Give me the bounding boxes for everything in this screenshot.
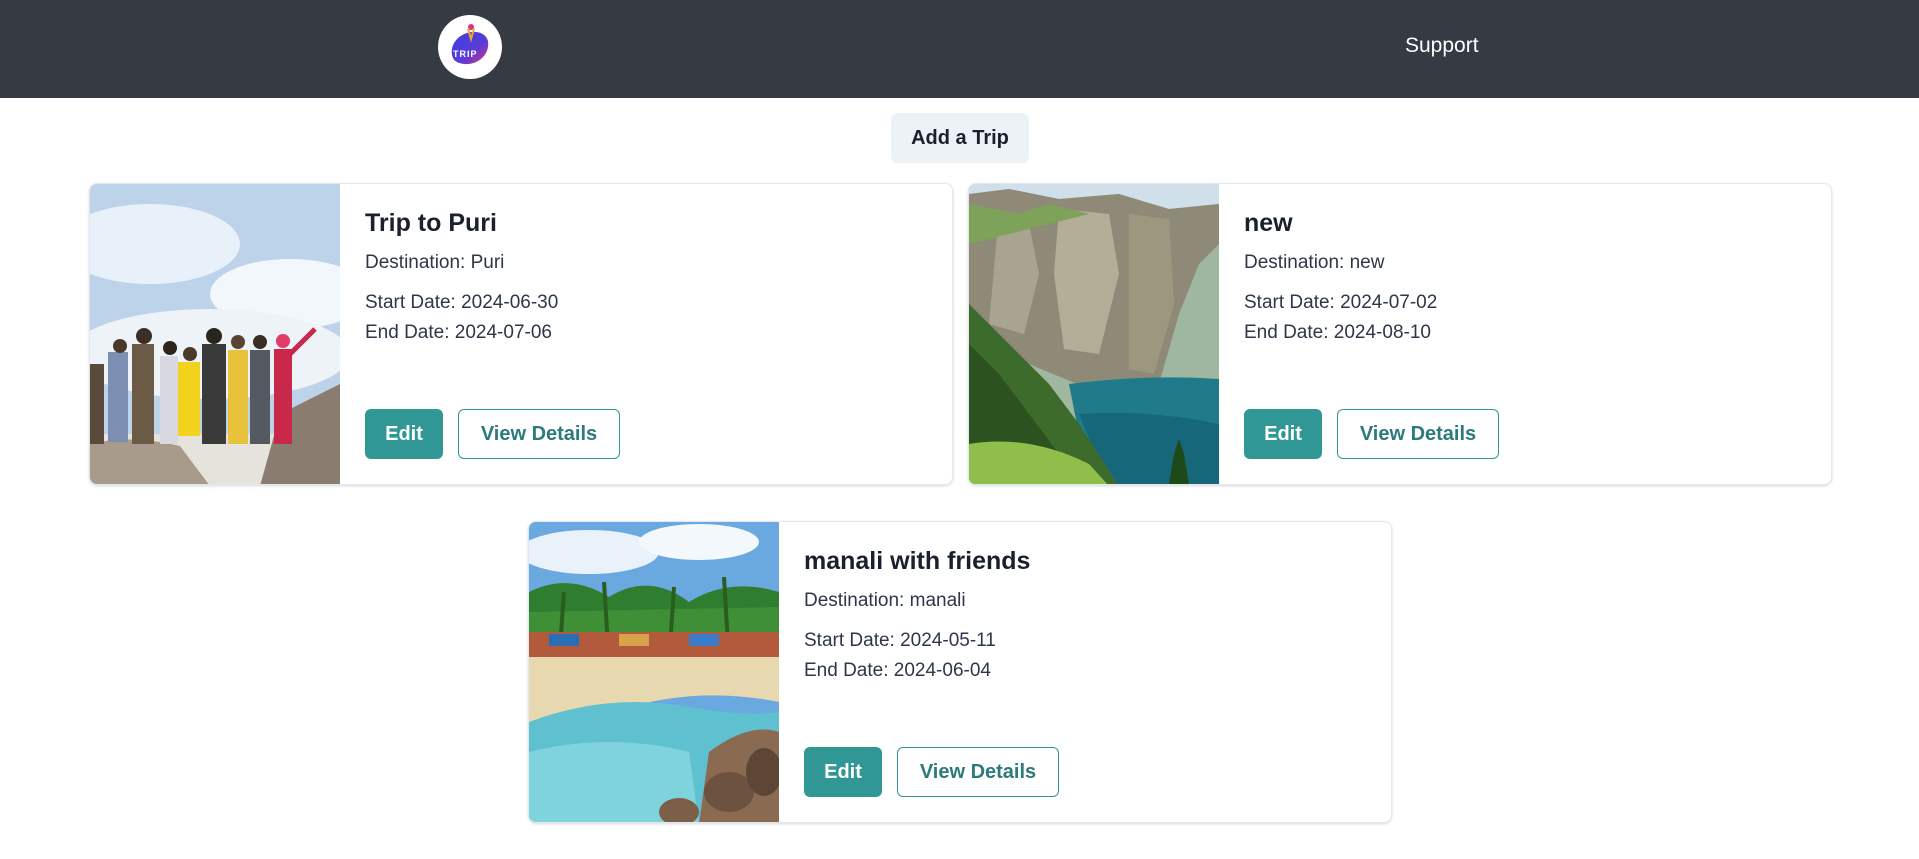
trip-title: Trip to Puri [365, 209, 497, 237]
trip-start-date: Start Date: 2024-07-02 [1244, 292, 1438, 313]
trip-end-date: End Date: 2024-08-10 [1244, 322, 1431, 343]
edit-button[interactable]: Edit [365, 409, 443, 459]
trip-start-date: Start Date: 2024-06-30 [365, 292, 559, 313]
view-details-button[interactable]: View Details [897, 747, 1059, 797]
trip-card-body: new Destination: new Start Date: 2024-07… [1244, 184, 1811, 484]
trip-logo-icon [451, 24, 489, 65]
logo-text: TRIP [453, 49, 478, 59]
trip-photo-image [529, 522, 779, 822]
trip-logo[interactable]: TRIP [438, 15, 502, 79]
edit-button[interactable]: Edit [804, 747, 882, 797]
view-details-button[interactable]: View Details [458, 409, 620, 459]
trip-card: Trip to Puri Destination: Puri Start Dat… [89, 183, 953, 485]
trip-card-body: Trip to Puri Destination: Puri Start Dat… [365, 184, 932, 484]
trip-end-date: End Date: 2024-06-04 [804, 660, 991, 681]
trip-card: new Destination: new Start Date: 2024-07… [968, 183, 1832, 485]
trip-card: manali with friends Destination: manali … [528, 521, 1392, 823]
trip-destination: Destination: Puri [365, 252, 505, 273]
trip-photo-image [90, 184, 340, 484]
trip-title: manali with friends [804, 547, 1031, 575]
trip-card-body: manali with friends Destination: manali … [804, 522, 1371, 822]
trip-title: new [1244, 209, 1293, 237]
trip-destination: Destination: new [1244, 252, 1385, 273]
trip-photo-image [969, 184, 1219, 484]
trip-destination: Destination: manali [804, 590, 966, 611]
trip-start-date: Start Date: 2024-05-11 [804, 630, 996, 651]
add-trip-button[interactable]: Add a Trip [891, 113, 1029, 163]
top-navbar: TRIP Support [0, 0, 1919, 98]
edit-button[interactable]: Edit [1244, 409, 1322, 459]
view-details-button[interactable]: View Details [1337, 409, 1499, 459]
support-link[interactable]: Support [1405, 34, 1479, 58]
trip-end-date: End Date: 2024-07-06 [365, 322, 552, 343]
